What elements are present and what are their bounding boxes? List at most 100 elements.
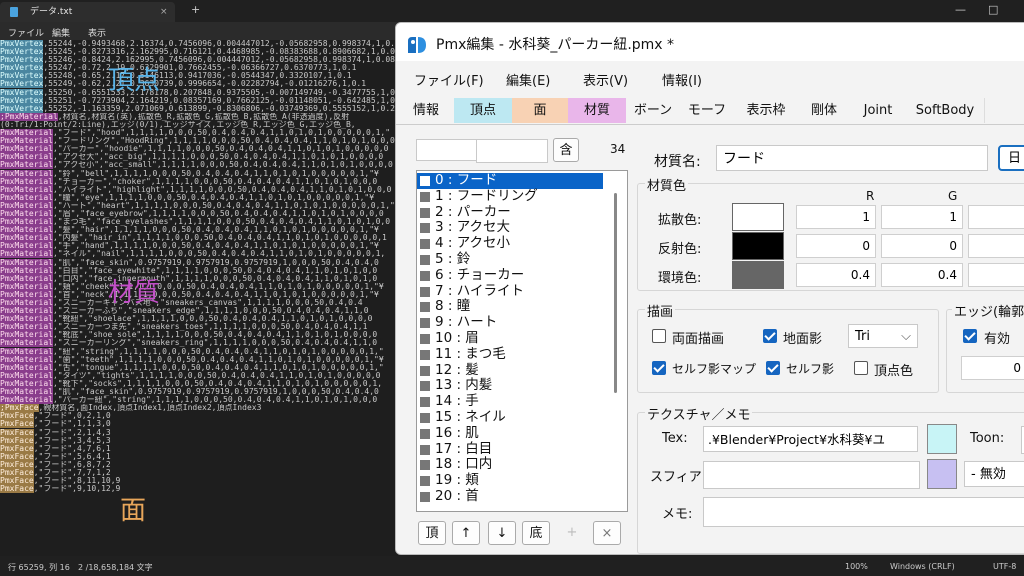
ambient-g-input[interactable]: 0.4: [881, 263, 963, 287]
tab-6[interactable]: 表示枠: [734, 98, 799, 123]
add-material-button[interactable]: +: [558, 521, 586, 545]
material-list-item[interactable]: 18 : 口内: [417, 457, 603, 473]
ambient-b-input[interactable]: [968, 263, 1024, 287]
pmx-menu-edit[interactable]: 編集(E): [506, 70, 550, 89]
material-list-item[interactable]: 1 : フードリング: [417, 188, 603, 205]
menu-file[interactable]: ファイル: [8, 26, 44, 39]
tab-4[interactable]: ボーン: [626, 98, 681, 123]
material-list-item[interactable]: 14 : 手: [417, 394, 603, 410]
move-up-button[interactable]: ↑: [452, 521, 480, 545]
material-list-item[interactable]: 16 : 肌: [417, 425, 603, 442]
vertex-color-checkbox[interactable]: [854, 361, 868, 375]
search-text-input[interactable]: [476, 139, 548, 163]
material-list-scrollbar[interactable]: [609, 173, 623, 507]
text-line: PmxVertex,55252,-1.163359,2.071069,0.613…: [0, 104, 400, 113]
tab-3[interactable]: 材質: [568, 98, 627, 123]
sphere-path-input[interactable]: [703, 461, 920, 489]
material-color-icon: [420, 334, 430, 344]
g-column-label: G: [948, 189, 958, 203]
material-name-input[interactable]: フード: [716, 145, 988, 171]
tab-1[interactable]: 頂点: [454, 98, 513, 123]
material-list-label: 14 : 手: [435, 393, 479, 410]
memo-input[interactable]: [703, 497, 1024, 527]
material-list-item[interactable]: 20 : 首: [417, 488, 603, 505]
material-list-item[interactable]: 7 : ハイライト: [417, 283, 603, 300]
move-top-button[interactable]: 頂: [418, 521, 446, 545]
move-bottom-button[interactable]: 底: [522, 521, 550, 545]
diffuse-swatch[interactable]: [732, 203, 784, 231]
diffuse-r-input[interactable]: 1: [796, 205, 876, 229]
self-shadow-checkbox[interactable]: [766, 361, 780, 375]
edge-enabled-checkbox[interactable]: [963, 329, 977, 343]
minimize-icon[interactable]: —: [955, 3, 966, 16]
ground-shadow-checkbox[interactable]: [763, 329, 777, 343]
line-content: ,"肌","face_skin",0.9757919,0.9757919,0.9…: [52, 388, 379, 397]
diffuse-g-input[interactable]: 1: [881, 205, 963, 229]
material-list-item[interactable]: 0 : フード: [417, 172, 603, 189]
delete-material-button[interactable]: ×: [593, 521, 621, 545]
ambient-swatch[interactable]: [732, 261, 784, 289]
diffuse-b-input[interactable]: [968, 205, 1024, 229]
tab-7[interactable]: 剛体: [798, 98, 851, 123]
material-list-label: 11 : まつ毛: [435, 345, 506, 362]
sphere-label: スフィア:: [650, 470, 707, 485]
material-list-label: 4 : アクセ小: [435, 235, 511, 252]
notepad-file-icon: [10, 7, 18, 17]
material-list-item[interactable]: 2 : パーカー: [417, 204, 603, 221]
self-shadow-map-checkbox[interactable]: [652, 361, 666, 375]
material-list-item[interactable]: 4 : アクセ小: [417, 236, 603, 252]
material-color-icon: [420, 460, 430, 471]
new-tab-button[interactable]: +: [191, 3, 200, 16]
material-list-item[interactable]: 5 : 鈴: [417, 251, 603, 268]
material-list-label: 20 : 首: [435, 488, 479, 504]
move-down-button[interactable]: ↓: [488, 521, 516, 545]
pmx-menu-info[interactable]: 情報(I): [662, 70, 702, 89]
specular-swatch[interactable]: [732, 232, 784, 260]
material-list-item[interactable]: 13 : 内髪: [417, 378, 603, 394]
menu-view[interactable]: 表示: [88, 26, 106, 39]
line-prefix: PmxVertex: [0, 64, 44, 73]
material-list-item[interactable]: 12 : 髪: [417, 362, 603, 379]
sphere-swatch[interactable]: [927, 459, 957, 489]
sphere-mode-select[interactable]: - 無効: [964, 461, 1024, 487]
tab-9[interactable]: SoftBody: [906, 98, 985, 123]
specular-g-input[interactable]: 0: [881, 234, 963, 258]
line-content: ,材質名,材質名(英),拡散色_R,拡散色_G,拡散色_B,拡散色_A(非透過度…: [57, 112, 350, 121]
line-content: ,"パーカー","hoodie",1,1,1,1,0,0,0,50,0.4,0.…: [52, 145, 389, 154]
tab-2[interactable]: 面: [512, 98, 569, 123]
tab-8[interactable]: Joint: [850, 98, 907, 123]
line-prefix: ;PmxMaterial: [0, 112, 58, 121]
material-list-item[interactable]: 3 : アクセ大: [417, 220, 603, 236]
maximize-icon[interactable]: □: [988, 3, 998, 16]
material-list-item[interactable]: 10 : 眉: [417, 330, 603, 347]
double-sided-checkbox[interactable]: [652, 329, 666, 343]
material-list-item[interactable]: 6 : チョーカー: [417, 267, 603, 284]
material-list-item[interactable]: 11 : まつ毛: [417, 345, 603, 363]
material-list-item[interactable]: 19 : 頬: [417, 473, 603, 489]
notepad-text-area[interactable]: PmxVertex,55244,-0.9493468,2.16374,0.745…: [0, 40, 400, 556]
pmx-menu-view[interactable]: 表示(V): [583, 70, 628, 89]
material-list-item[interactable]: 15 : ネイル: [417, 409, 603, 426]
material-list-item[interactable]: 8 : 瞳: [417, 299, 603, 315]
tab-0[interactable]: 情報: [398, 98, 455, 123]
edge-size-input[interactable]: 0: [961, 356, 1024, 380]
primitive-select[interactable]: Tri ⌵: [848, 324, 918, 348]
texture-path-input[interactable]: .¥Blender¥Project¥水科葵¥ユ: [703, 426, 918, 452]
material-list[interactable]: 0 : フード 1 : フードリング 2 : パーカー 3 : アクセ大 4 : アクセ…: [416, 170, 628, 512]
tab-data-txt[interactable]: データ.txt ×: [0, 2, 175, 22]
specular-b-input[interactable]: [968, 234, 1024, 258]
tab-5[interactable]: モーフ: [680, 98, 735, 123]
tab-close-icon[interactable]: ×: [160, 2, 168, 22]
text-line: PmxMaterial,"鈴","bell",1,1,1,1,0,0,0,50,…: [0, 169, 400, 178]
texture-swatch[interactable]: [927, 424, 957, 454]
material-list-item[interactable]: 9 : ハート: [417, 315, 603, 331]
include-search-button[interactable]: 含: [553, 138, 579, 162]
name-language-button[interactable]: 日: [998, 145, 1024, 171]
material-list-item[interactable]: 17 : 白目: [417, 441, 603, 458]
scrollbar-thumb[interactable]: [614, 193, 617, 393]
specular-r-input[interactable]: 0: [796, 234, 876, 258]
pmx-menu-file[interactable]: ファイル(F): [414, 70, 484, 89]
menu-edit[interactable]: 編集: [52, 26, 70, 39]
ambient-r-input[interactable]: 0.4: [796, 263, 876, 287]
primitive-value: Tri: [855, 329, 870, 344]
